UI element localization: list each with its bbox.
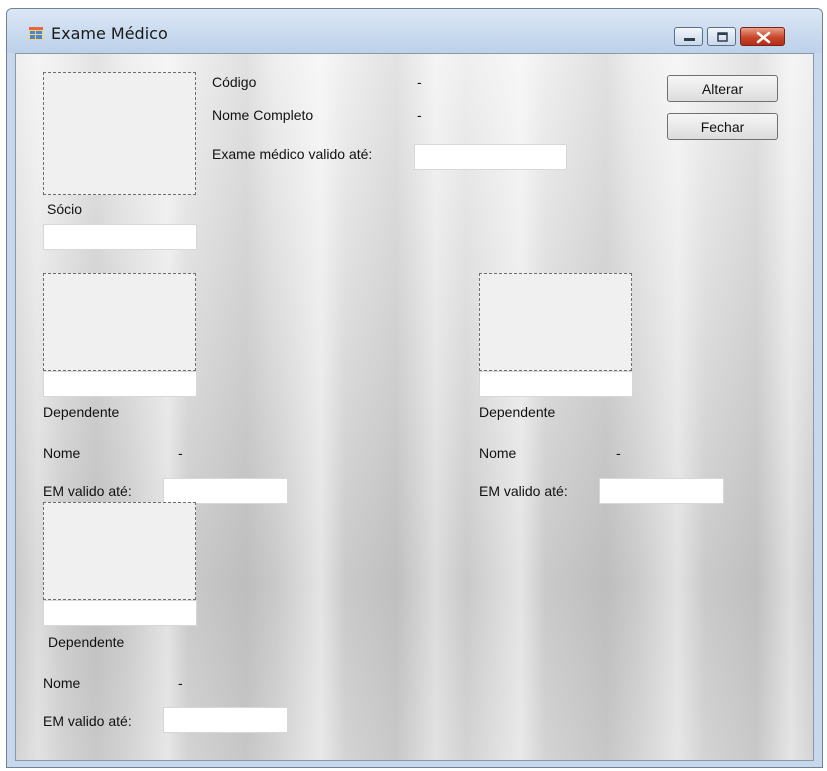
- dependente-3-nome-value: -: [178, 675, 183, 691]
- dependente-2-em-label: EM valido até:: [479, 483, 568, 499]
- app-window: Exame Médico Sócio Código - Nome Complet…: [6, 8, 823, 768]
- fechar-button[interactable]: Fechar: [667, 113, 778, 140]
- dependente-1-name-field[interactable]: [43, 371, 197, 397]
- dependente-1-label: Dependente: [43, 404, 120, 420]
- exame-medico-label: Exame médico valido até:: [212, 146, 373, 162]
- alterar-button[interactable]: Alterar: [667, 75, 778, 102]
- dependente-2-label: Dependente: [479, 404, 556, 420]
- nome-completo-value: -: [417, 107, 422, 123]
- dependente-2-photo-box[interactable]: [479, 273, 632, 371]
- minimize-icon: [684, 38, 695, 41]
- close-icon: [756, 31, 771, 44]
- exame-medico-date-field[interactable]: [414, 144, 567, 170]
- dependente-1-em-date-field[interactable]: [163, 478, 288, 504]
- codigo-label: Código: [212, 74, 257, 90]
- socio-name-field[interactable]: [43, 224, 197, 250]
- dependente-1-em-label: EM valido até:: [43, 483, 132, 499]
- form-client-area: Sócio Código - Nome Completo - Exame méd…: [15, 53, 814, 761]
- codigo-value: -: [417, 74, 422, 90]
- dependente-3-nome-label: Nome: [43, 675, 81, 691]
- dependente-2-nome-label: Nome: [479, 445, 517, 461]
- dependente-2-nome-value: -: [616, 445, 621, 461]
- dependente-3-em-date-field[interactable]: [163, 707, 288, 733]
- dependente-3-em-label: EM valido até:: [43, 713, 132, 729]
- app-form-icon: [29, 27, 43, 40]
- title-bar[interactable]: Exame Médico: [7, 9, 822, 53]
- dependente-2-name-field[interactable]: [479, 371, 633, 397]
- dependente-3-name-field[interactable]: [43, 600, 197, 626]
- dependente-1-photo-box[interactable]: [43, 273, 196, 371]
- nome-completo-label: Nome Completo: [212, 107, 314, 123]
- dependente-1-nome-value: -: [178, 445, 183, 461]
- socio-label: Sócio: [47, 201, 83, 217]
- window-title: Exame Médico: [51, 24, 168, 43]
- dependente-2-em-date-field[interactable]: [599, 478, 724, 504]
- socio-photo-box[interactable]: [43, 72, 196, 195]
- dependente-1-nome-label: Nome: [43, 445, 81, 461]
- dependente-3-label: Dependente: [48, 634, 125, 650]
- maximize-button[interactable]: [707, 27, 736, 46]
- minimize-button[interactable]: [674, 27, 703, 46]
- maximize-icon: [717, 32, 728, 42]
- close-button[interactable]: [740, 27, 785, 46]
- dependente-3-photo-box[interactable]: [43, 502, 196, 600]
